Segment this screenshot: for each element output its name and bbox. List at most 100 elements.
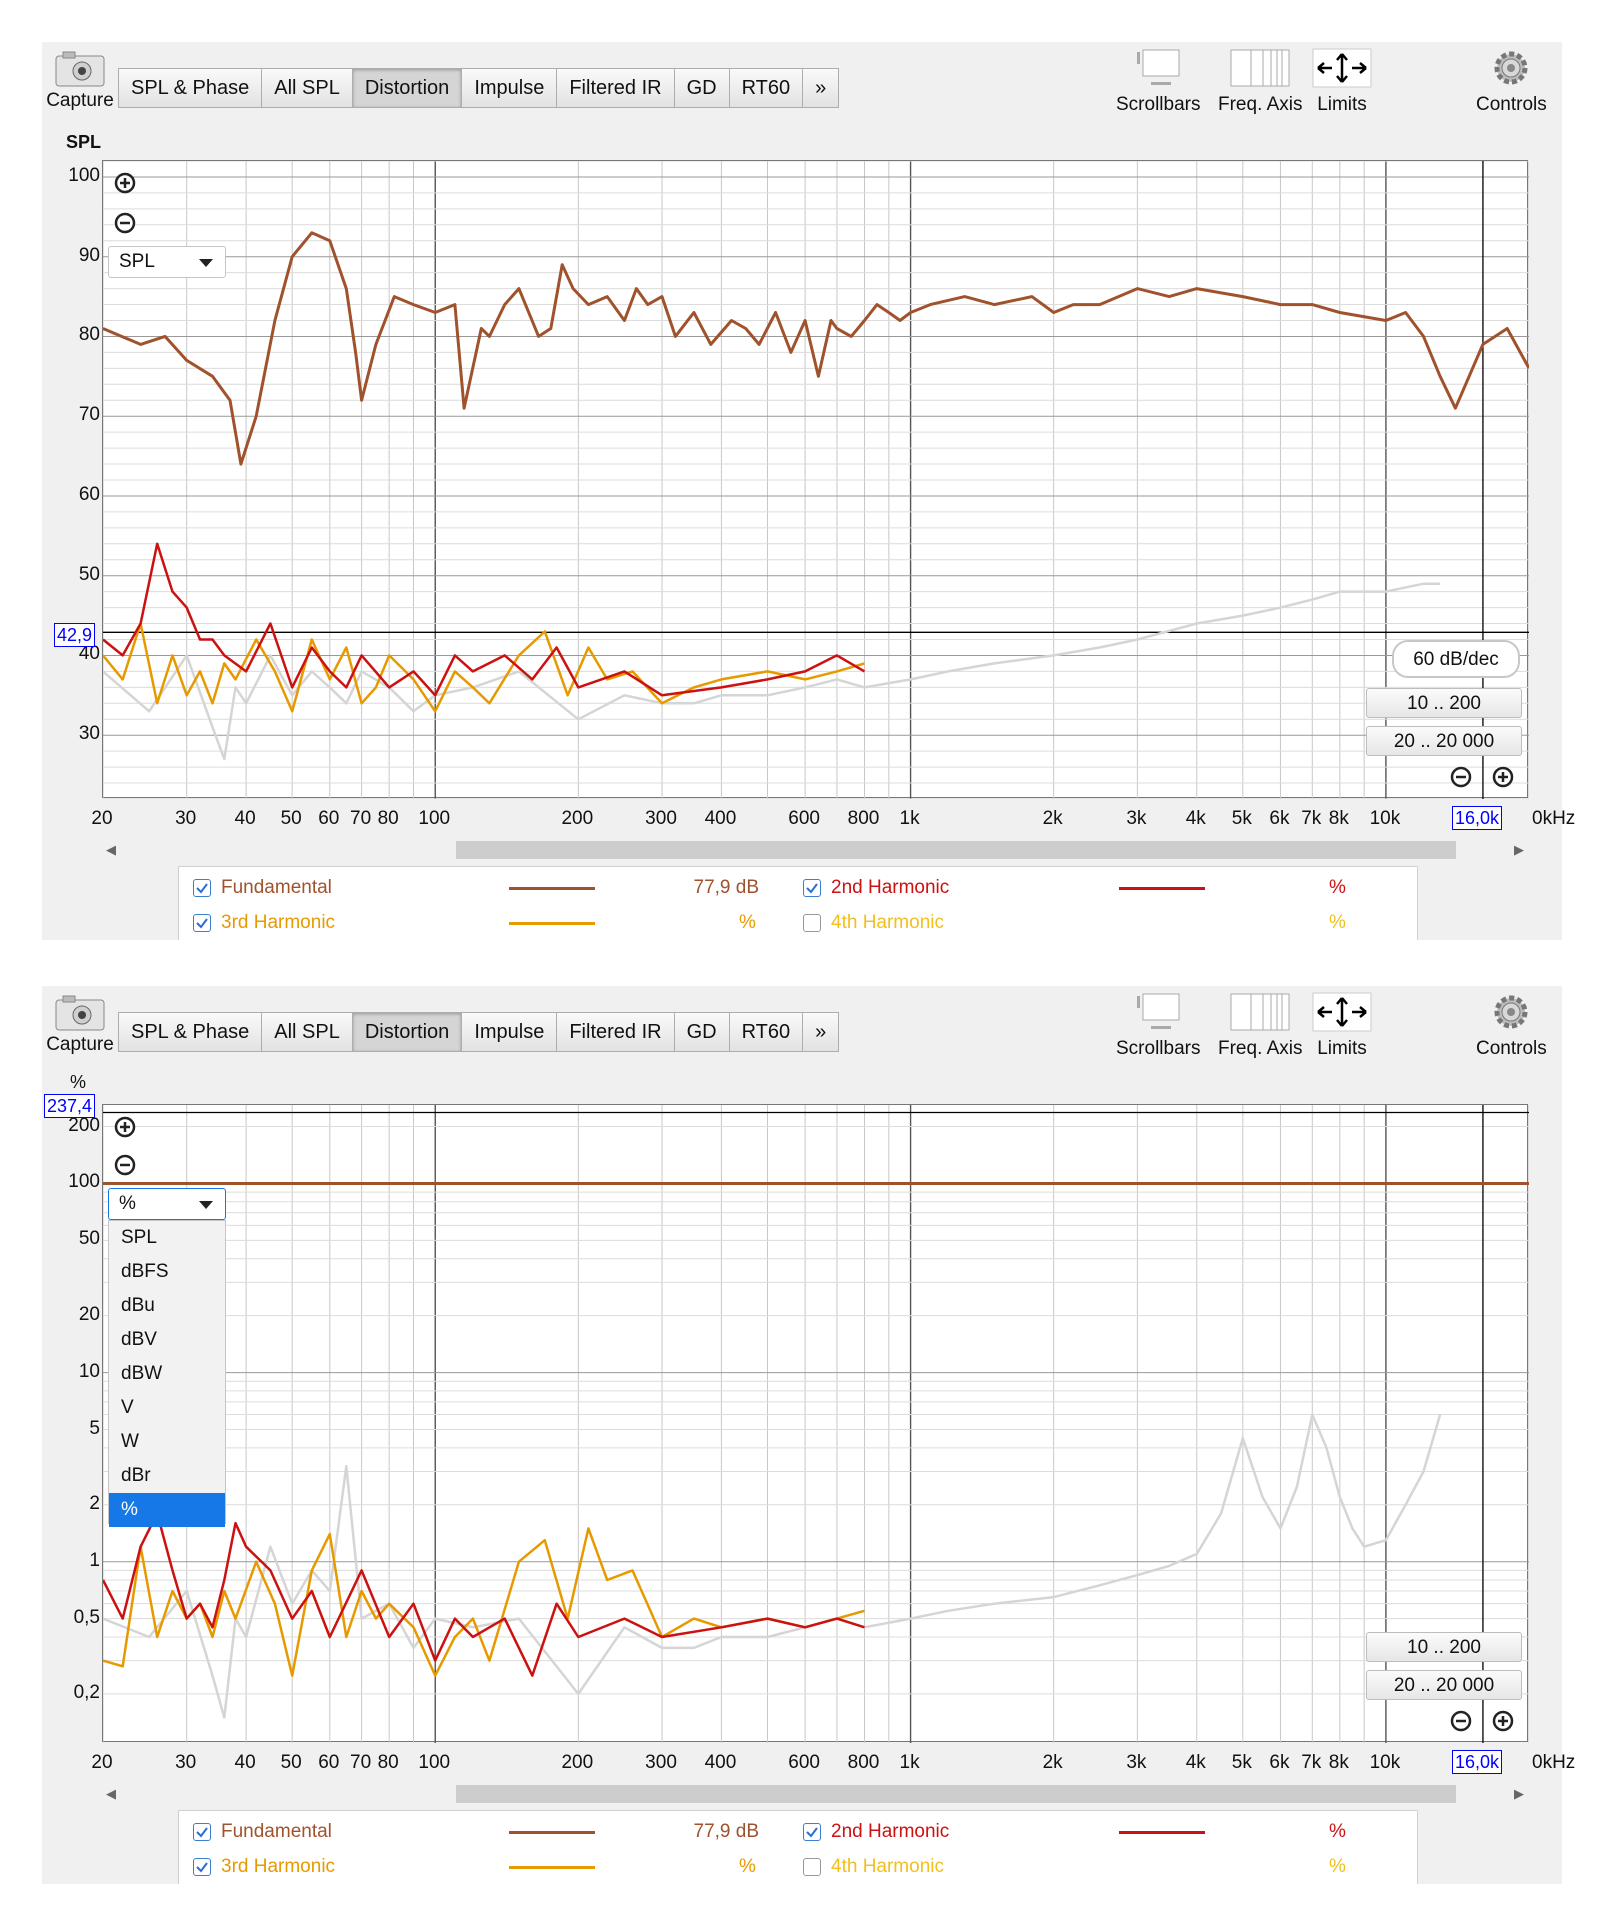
limits-label: Limits: [1317, 1038, 1367, 1059]
h4-checkbox[interactable]: [803, 1858, 821, 1876]
scrollbar-thumb[interactable]: [456, 1785, 1456, 1803]
range-button-20-20000[interactable]: 20 .. 20 000: [1366, 726, 1522, 756]
tab-gd[interactable]: GD: [675, 69, 730, 107]
plot-area[interactable]: [102, 1104, 1529, 1743]
tab-spl-phase[interactable]: SPL & Phase: [119, 1013, 263, 1051]
controls-button[interactable]: Controls: [1476, 992, 1547, 1060]
unit-dropdown[interactable]: %: [108, 1188, 226, 1220]
tab-distortion[interactable]: Distortion: [352, 69, 463, 107]
scrollbar-thumb[interactable]: [456, 841, 1456, 859]
scrollbars-button[interactable]: Scrollbars: [1116, 992, 1200, 1060]
x-cursor-readout: 16,0k: [1452, 806, 1503, 830]
unit-option-dbfs[interactable]: dBFS: [109, 1255, 225, 1289]
tab-gd[interactable]: GD: [675, 1013, 730, 1051]
range-button-10-200[interactable]: 10 .. 200: [1366, 1632, 1522, 1662]
capture-button[interactable]: Capture: [42, 50, 118, 112]
scroll-right-arrow-icon[interactable]: ▶: [1514, 842, 1524, 858]
tab-bar: SPL & Phase All SPL Distortion Impulse F…: [118, 68, 840, 108]
horizontal-scrollbar[interactable]: ◀ ▶: [102, 840, 1528, 860]
x-cursor-readout: 16,0k: [1452, 1750, 1503, 1774]
scroll-right-arrow-icon[interactable]: ▶: [1514, 1786, 1524, 1802]
scrollbars-icon: [1137, 49, 1180, 85]
controls-button[interactable]: Controls: [1476, 48, 1547, 116]
tab-rt60[interactable]: RT60: [730, 69, 804, 107]
y-tick-label: 20: [78, 1303, 100, 1325]
zoom-in-icon[interactable]: [114, 1116, 136, 1138]
h2-checkbox[interactable]: [803, 879, 821, 897]
horizontal-scrollbar[interactable]: ◀ ▶: [102, 1784, 1528, 1804]
unit-option-dbr[interactable]: dBr: [109, 1459, 225, 1493]
y-tick-label: 0,5: [73, 1606, 100, 1628]
range-button-10-200[interactable]: 10 .. 200: [1366, 688, 1522, 718]
unit-option-percent[interactable]: %: [109, 1493, 225, 1527]
zoom-in-icon[interactable]: [1492, 1710, 1514, 1732]
zoom-out-icon[interactable]: [1450, 1710, 1472, 1732]
zoom-in-icon[interactable]: [1492, 766, 1514, 788]
limits-arrows-icon: [1312, 48, 1372, 88]
series-line-2nd-harmonic: [103, 1512, 865, 1677]
zoom-out-icon[interactable]: [114, 212, 136, 234]
series-line-3rd-harmonic: [103, 622, 865, 713]
x-tick-label: 1k: [899, 808, 920, 829]
chevron-down-icon: [199, 1201, 213, 1209]
tab-bar: SPL & Phase All SPL Distortion Impulse F…: [118, 1012, 840, 1052]
plot-area[interactable]: [102, 160, 1529, 799]
tab-impulse[interactable]: Impulse: [462, 69, 558, 107]
x-tick-label: 3k: [1126, 1752, 1147, 1773]
x-tick-label: 8k: [1328, 1752, 1349, 1773]
freq-axis-icon: [1230, 993, 1290, 1031]
fundamental-label: Fundamental: [221, 1821, 332, 1842]
fundamental-value: 77,9 dB: [693, 1821, 760, 1842]
y-tick-label: 60: [78, 483, 100, 505]
h3-value: %: [739, 1856, 756, 1877]
tab-filtered-ir[interactable]: Filtered IR: [557, 1013, 675, 1051]
scrollbars-button[interactable]: Scrollbars: [1116, 48, 1200, 116]
scroll-left-arrow-icon[interactable]: ◀: [106, 1786, 116, 1802]
fundamental-checkbox[interactable]: [193, 1823, 211, 1841]
unit-option-dbu[interactable]: dBu: [109, 1289, 225, 1323]
freq-axis-button[interactable]: Freq. Axis: [1218, 48, 1302, 116]
slope-button[interactable]: 60 dB/dec: [1392, 640, 1520, 678]
tab-impulse[interactable]: Impulse: [462, 1013, 558, 1051]
freq-axis-button[interactable]: Freq. Axis: [1218, 992, 1302, 1060]
zoom-in-icon[interactable]: [114, 172, 136, 194]
limits-button[interactable]: Limits: [1312, 48, 1372, 116]
tab-all-spl[interactable]: All SPL: [262, 1013, 353, 1051]
scroll-left-arrow-icon[interactable]: ◀: [106, 842, 116, 858]
unit-option-spl[interactable]: SPL: [109, 1221, 225, 1255]
y-cursor-readout: 42,9: [54, 623, 96, 647]
tab-spl-phase[interactable]: SPL & Phase: [119, 69, 263, 107]
tab-distortion[interactable]: Distortion: [352, 1013, 463, 1051]
x-tick-label: 30: [175, 808, 197, 829]
controls-label: Controls: [1476, 94, 1547, 115]
fundamental-checkbox[interactable]: [193, 879, 211, 897]
tab-rt60[interactable]: RT60: [730, 1013, 804, 1051]
y-tick-label: 100: [68, 1171, 100, 1193]
tab-more[interactable]: »: [803, 69, 838, 107]
x-tick-label: 2k: [1042, 808, 1063, 829]
x-tick-label: 2k: [1042, 1752, 1063, 1773]
zoom-out-icon[interactable]: [1450, 766, 1472, 788]
tab-more[interactable]: »: [803, 1013, 838, 1051]
h2-checkbox[interactable]: [803, 1823, 821, 1841]
x-tick-label: 80: [377, 808, 399, 829]
tab-all-spl[interactable]: All SPL: [262, 69, 353, 107]
zoom-out-icon[interactable]: [114, 1154, 136, 1176]
x-tick-label: 20: [91, 808, 113, 829]
range-button-20-20000[interactable]: 20 .. 20 000: [1366, 1670, 1522, 1700]
h3-checkbox[interactable]: [193, 1858, 211, 1876]
x-tick-label: 5k: [1231, 1752, 1252, 1773]
limits-button[interactable]: Limits: [1312, 992, 1372, 1060]
capture-button[interactable]: Capture: [42, 994, 118, 1056]
fundamental-line-swatch: [509, 1831, 595, 1834]
tab-filtered-ir[interactable]: Filtered IR: [557, 69, 675, 107]
h3-label: 3rd Harmonic: [221, 1856, 336, 1877]
unit-option-w[interactable]: W: [109, 1425, 225, 1459]
camera-icon: [55, 995, 105, 1031]
h4-checkbox[interactable]: [803, 914, 821, 932]
unit-option-dbw[interactable]: dBW: [109, 1357, 225, 1391]
h3-checkbox[interactable]: [193, 914, 211, 932]
unit-option-dbv[interactable]: dBV: [109, 1323, 225, 1357]
unit-option-v[interactable]: V: [109, 1391, 225, 1425]
unit-dropdown[interactable]: SPL: [108, 246, 226, 278]
